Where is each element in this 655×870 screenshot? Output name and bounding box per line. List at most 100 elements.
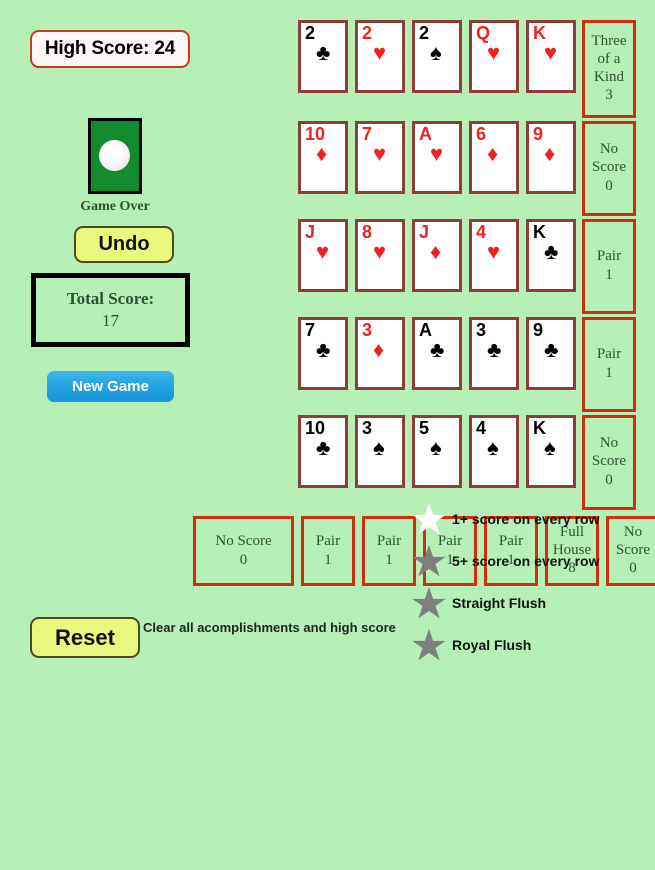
playing-card[interactable]: 2 ♠ (412, 20, 462, 93)
card-suit-icon: ♥ (373, 141, 387, 166)
row-score-value: 0 (605, 177, 613, 194)
row-spacer (190, 121, 298, 216)
card-suit-icon: ♠ (373, 435, 385, 460)
card-suit-icon: ♦ (373, 337, 385, 362)
new-game-button-label: New Game (72, 378, 149, 395)
card-suit-icon: ♠ (430, 435, 442, 460)
playing-card[interactable]: 3 ♦ (355, 317, 405, 390)
board-row: 7 ♣ 3 ♦ A ♣ 3 ♣ 9 ♣ Pair 1 (190, 317, 642, 412)
playing-card[interactable]: A ♣ (412, 317, 462, 390)
reset-note: Clear all acomplishments and high score (143, 620, 396, 635)
card-suit-icon: ♣ (316, 435, 331, 460)
card-suit-icon: ♥ (544, 40, 558, 65)
row-score-box: Pair 1 (582, 317, 636, 412)
card-suit-icon: ♦ (544, 141, 556, 166)
card-rank: 3 (362, 418, 373, 438)
row-score-box: Three of a Kind 3 (582, 20, 636, 118)
board-row: 2 ♣ 2 ♥ 2 ♠ Q ♥ K ♥ Three of a Kind 3 (190, 20, 642, 118)
column-score-name: Pair (376, 532, 402, 549)
playing-card[interactable]: A ♥ (412, 121, 462, 194)
achievement-label: Royal Flush (452, 636, 532, 653)
card-rank: 9 (533, 320, 544, 340)
card-suit-icon: ♥ (487, 239, 501, 264)
row-spacer (190, 20, 298, 118)
column-score-name: Pair (315, 532, 341, 549)
card-suit-icon: ♠ (430, 40, 442, 65)
playing-card[interactable]: 9 ♣ (526, 317, 576, 390)
card-rank: 7 (305, 320, 316, 340)
star-icon (410, 501, 448, 537)
card-rank: 7 (362, 124, 373, 144)
playing-card[interactable]: J ♦ (412, 219, 462, 292)
playing-card[interactable]: 7 ♣ (298, 317, 348, 390)
card-back-icon[interactable] (88, 118, 142, 194)
reset-row: Reset Clear all acomplishments and high … (30, 617, 398, 658)
card-rank: 2 (362, 23, 373, 43)
card-suit-icon: ♦ (430, 239, 442, 264)
star-icon (410, 543, 448, 579)
row-score-value: 1 (605, 365, 613, 381)
row-score-box: Pair 1 (582, 219, 636, 314)
playing-card[interactable]: 6 ♦ (469, 121, 519, 194)
row-score-name: No Score (591, 435, 627, 470)
diagonal-score-box: No Score 0 (193, 516, 294, 586)
achievement-label: 1+ score on every row (452, 510, 600, 527)
board-row: 10 ♣ 3 ♠ 5 ♠ 4 ♠ K ♠ No Score 0 (190, 415, 642, 510)
playing-card[interactable]: K ♠ (526, 415, 576, 488)
card-suit-icon: ♣ (316, 40, 331, 65)
playing-card[interactable]: 4 ♠ (469, 415, 519, 488)
card-suit-icon: ♦ (316, 141, 328, 166)
card-suit-icon: ♥ (373, 40, 387, 65)
achievement-label: 5+ score on every row (452, 552, 600, 569)
achievement-label: Straight Flush (452, 594, 547, 611)
column-score-value: 1 (324, 551, 332, 568)
row-spacer (190, 317, 298, 412)
playing-card[interactable]: 4 ♥ (469, 219, 519, 292)
playing-card[interactable]: 2 ♥ (355, 20, 405, 93)
undo-button[interactable]: Undo (74, 226, 174, 263)
playing-card[interactable]: 8 ♥ (355, 219, 405, 292)
row-score-name: No Score (591, 141, 627, 176)
card-rank: 3 (362, 320, 373, 340)
reset-button[interactable]: Reset (30, 617, 140, 658)
card-rank: 5 (419, 418, 430, 438)
board-row: 10 ♦ 7 ♥ A ♥ 6 ♦ 9 ♦ No Score 0 (190, 121, 642, 216)
playing-card[interactable]: 7 ♥ (355, 121, 405, 194)
playing-card[interactable]: K ♥ (526, 20, 576, 93)
achievement-row: Straight Flush (410, 584, 655, 622)
achievements-list: 1+ score on every row 5+ score on every r… (410, 500, 655, 668)
playing-card[interactable]: 2 ♣ (298, 20, 348, 93)
row-score-value: 0 (605, 471, 613, 488)
card-rank: 6 (476, 124, 487, 144)
playing-card[interactable]: 10 ♦ (298, 121, 348, 194)
playing-card[interactable]: 3 ♣ (469, 317, 519, 390)
high-score-label: High Score: 24 (44, 38, 176, 59)
row-spacer (190, 219, 298, 314)
column-score-box: Pair 1 (362, 516, 416, 586)
card-suit-icon: ♣ (544, 239, 559, 264)
card-suit-icon: ♠ (544, 435, 556, 460)
playing-card[interactable]: K ♣ (526, 219, 576, 292)
playing-card[interactable]: J ♥ (298, 219, 348, 292)
playing-card[interactable]: Q ♥ (469, 20, 519, 93)
new-game-button[interactable]: New Game (47, 371, 174, 402)
card-rank: 8 (362, 222, 373, 242)
card-suit-icon: ♥ (373, 239, 387, 264)
card-suit-icon: ♦ (487, 141, 499, 166)
high-score-badge: High Score: 24 (30, 30, 190, 68)
card-rank: 3 (476, 320, 487, 340)
card-suit-icon: ♥ (316, 239, 330, 264)
total-score-panel: Total Score: 17 (31, 273, 190, 347)
playing-card[interactable]: 5 ♠ (412, 415, 462, 488)
row-score-name: Pair (596, 346, 622, 363)
card-rank: 4 (476, 418, 487, 438)
diagonal-score-name: No Score (215, 532, 272, 549)
star-icon (410, 627, 448, 663)
playing-card[interactable]: 9 ♦ (526, 121, 576, 194)
card-rank: 2 (419, 23, 430, 43)
column-score-value: 1 (385, 551, 393, 568)
card-suit-icon: ♣ (316, 337, 331, 362)
card-suit-icon: ♣ (487, 337, 502, 362)
playing-card[interactable]: 3 ♠ (355, 415, 405, 488)
playing-card[interactable]: 10 ♣ (298, 415, 348, 488)
